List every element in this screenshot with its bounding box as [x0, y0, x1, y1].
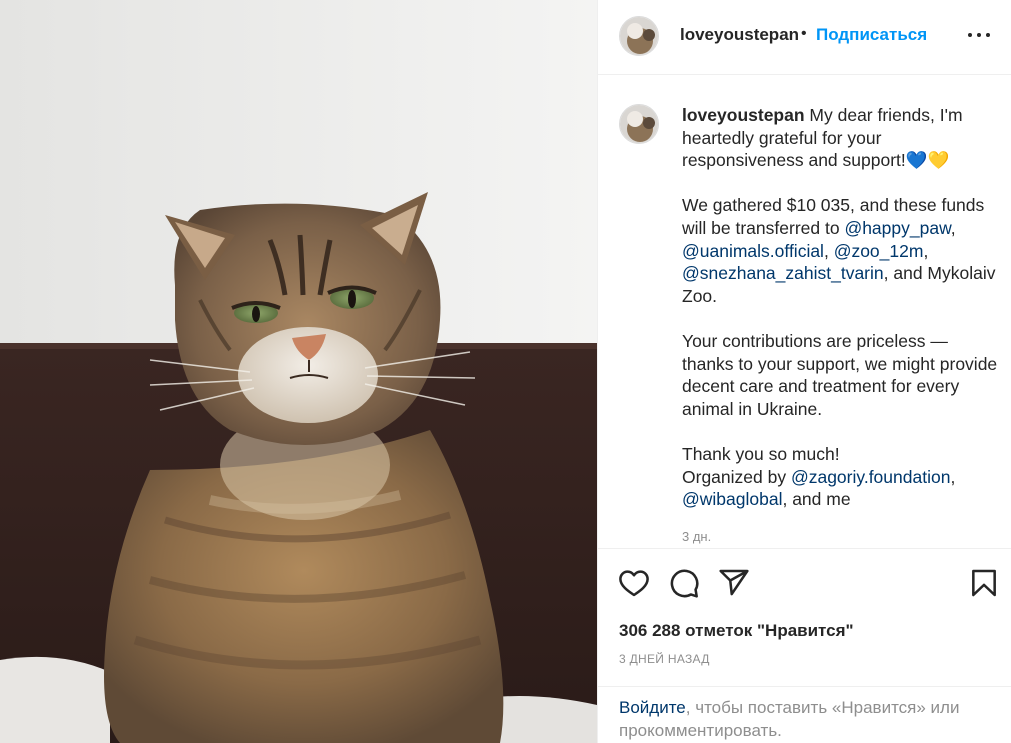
heart-emoji: 💙💛	[905, 150, 950, 171]
caption-text: ,	[950, 466, 956, 487]
mention-link[interactable]: @snezhana_zahist_tvarin	[682, 263, 884, 283]
separator-dot: •	[801, 25, 807, 42]
post-photo[interactable]	[0, 0, 597, 743]
caption-timestamp[interactable]: 3 дн.	[682, 529, 711, 544]
avatar-image	[620, 17, 658, 55]
login-link[interactable]: Войдите	[619, 698, 686, 717]
mention-link[interactable]: @zagoriy.foundation	[791, 467, 950, 487]
header-username[interactable]: loveyoustepan	[680, 25, 799, 45]
caption-paragraph: We gathered $10 035, and these funds wil…	[682, 194, 1002, 307]
caption-paragraph: loveyoustepan My dear friends, I'm heart…	[682, 104, 1002, 172]
avatar[interactable]	[619, 16, 659, 56]
share-button[interactable]	[718, 567, 750, 599]
mention-link[interactable]: @happy_paw	[844, 218, 950, 238]
mention-link[interactable]: @wibaglobal	[682, 489, 782, 509]
save-button[interactable]	[968, 567, 1000, 599]
post-side-panel: loveyoustepan • Подписаться loveyoustepa…	[597, 0, 1011, 743]
caption-avatar[interactable]	[619, 104, 659, 144]
more-dot	[977, 33, 981, 37]
mention-link[interactable]: @uanimals.official	[682, 241, 824, 261]
comment-icon	[670, 569, 699, 598]
caption-line: Organized by @zagoriy.foundation, @wibag…	[682, 466, 1002, 511]
caption-text: Thank you so much!	[682, 443, 840, 464]
post-caption: loveyoustepan My dear friends, I'm heart…	[682, 104, 1002, 511]
login-prompt-text: Войдите, чтобы поставить «Нравится» или …	[619, 696, 999, 742]
caption-text: ,	[923, 240, 929, 261]
comment-button[interactable]	[668, 567, 700, 599]
more-options-button[interactable]	[968, 28, 992, 42]
caption-username[interactable]: loveyoustepan	[682, 105, 805, 125]
follow-button[interactable]: Подписаться	[816, 25, 927, 45]
login-prompt: Войдите, чтобы поставить «Нравится» или …	[598, 686, 1011, 743]
more-horizontal-icon	[968, 33, 972, 37]
caption-section: loveyoustepan My dear friends, I'm heart…	[598, 76, 1011, 548]
share-icon	[719, 569, 749, 596]
mention-link[interactable]: @zoo_12m	[834, 241, 924, 261]
caption-paragraph: Thank you so much! Organized by @zagoriy.…	[682, 443, 1002, 511]
action-bar: 306 288 отметок "Нравится" 3 ДНЕЙ НАЗАД	[598, 548, 1011, 686]
post-header: loveyoustepan • Подписаться	[598, 0, 1011, 75]
caption-text: ,	[823, 240, 834, 261]
more-dot	[986, 33, 990, 37]
cat-photo-image	[0, 0, 597, 743]
caption-text: ,	[950, 217, 956, 238]
caption-text: Organized by	[682, 466, 791, 487]
heart-icon	[619, 570, 649, 597]
likes-count[interactable]: 306 288 отметок "Нравится"	[619, 621, 854, 641]
bookmark-icon	[972, 569, 996, 597]
avatar-image	[620, 105, 658, 143]
caption-paragraph: Your contributions are priceless — thank…	[682, 330, 998, 419]
like-button[interactable]	[618, 567, 650, 599]
caption-text: , and me	[782, 489, 851, 510]
post-date[interactable]: 3 ДНЕЙ НАЗАД	[619, 652, 710, 666]
